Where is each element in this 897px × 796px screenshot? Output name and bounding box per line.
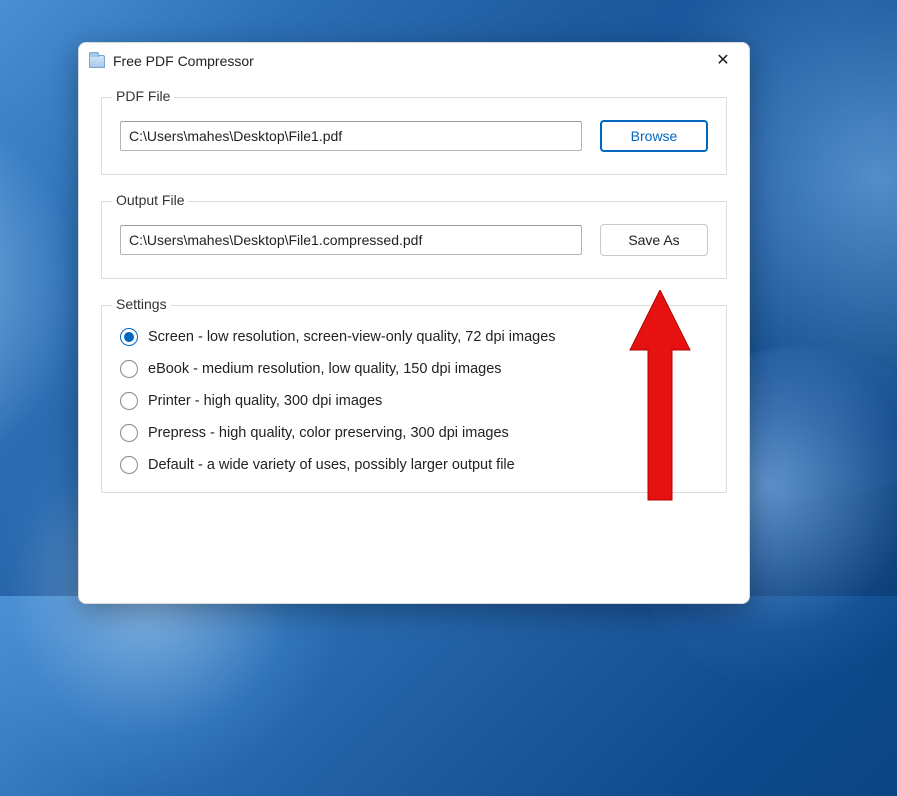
radio-icon — [120, 360, 138, 378]
window-title: Free PDF Compressor — [113, 53, 254, 69]
titlebar-left: Free PDF Compressor — [89, 53, 254, 69]
close-button[interactable]: ✕ — [709, 53, 737, 69]
folder-icon — [89, 55, 105, 68]
radio-label: Screen - low resolution, screen-view-onl… — [148, 329, 556, 345]
radio-option-screen[interactable]: Screen - low resolution, screen-view-onl… — [120, 328, 708, 346]
settings-group: Settings Screen - low resolution, screen… — [101, 305, 727, 493]
pdf-file-group-label: PDF File — [112, 88, 174, 104]
radio-option-ebook[interactable]: eBook - medium resolution, low quality, … — [120, 360, 708, 378]
radio-option-prepress[interactable]: Prepress - high quality, color preservin… — [120, 424, 708, 442]
radio-option-printer[interactable]: Printer - high quality, 300 dpi images — [120, 392, 708, 410]
radio-option-default[interactable]: Default - a wide variety of uses, possib… — [120, 456, 708, 474]
pdf-file-group: PDF File Browse — [101, 97, 727, 175]
radio-label: Printer - high quality, 300 dpi images — [148, 393, 382, 409]
titlebar: Free PDF Compressor ✕ — [79, 43, 749, 79]
radio-icon — [120, 424, 138, 442]
app-window: Free PDF Compressor ✕ PDF File Browse Ou… — [78, 42, 750, 604]
radio-label: Prepress - high quality, color preservin… — [148, 425, 509, 441]
browse-button[interactable]: Browse — [600, 120, 708, 152]
radio-icon — [120, 392, 138, 410]
output-file-group-label: Output File — [112, 192, 188, 208]
settings-radio-list: Screen - low resolution, screen-view-onl… — [120, 328, 708, 474]
save-as-button[interactable]: Save As — [600, 224, 708, 256]
pdf-file-row: Browse — [120, 120, 708, 152]
radio-icon — [120, 456, 138, 474]
radio-dot-icon — [124, 332, 134, 342]
radio-label: eBook - medium resolution, low quality, … — [148, 361, 502, 377]
window-content: PDF File Browse Output File Save As Sett… — [79, 79, 749, 493]
radio-icon — [120, 328, 138, 346]
output-file-row: Save As — [120, 224, 708, 256]
output-file-group: Output File Save As — [101, 201, 727, 279]
output-file-input[interactable] — [120, 225, 582, 255]
radio-label: Default - a wide variety of uses, possib… — [148, 457, 515, 473]
pdf-file-input[interactable] — [120, 121, 582, 151]
settings-group-label: Settings — [112, 296, 171, 312]
